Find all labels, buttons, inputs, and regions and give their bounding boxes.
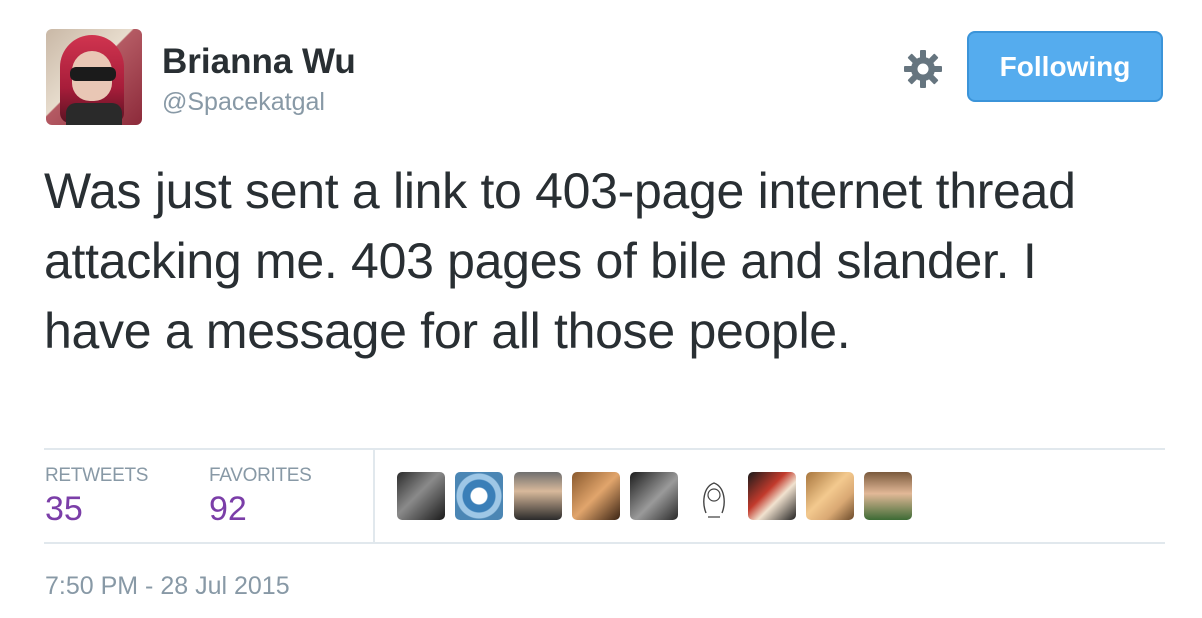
- favoriter-avatar[interactable]: [748, 472, 796, 520]
- favorites-count[interactable]: 92: [209, 490, 247, 529]
- avatar-sunglasses: [70, 67, 116, 81]
- stats-divider-top: [44, 448, 1165, 450]
- avatar-shirt: [66, 103, 122, 125]
- retweets-label[interactable]: RETWEETS: [45, 465, 148, 487]
- favoriter-avatar[interactable]: [514, 472, 562, 520]
- favoriter-avatar[interactable]: [864, 472, 912, 520]
- stats-divider-bottom: [44, 542, 1165, 544]
- tweet-text: Was just sent a link to 403-page interne…: [44, 163, 1076, 359]
- following-button[interactable]: Following: [967, 31, 1163, 102]
- retweets-count[interactable]: 35: [45, 490, 83, 529]
- favorites-label[interactable]: FAVORITES: [209, 465, 312, 487]
- user-avatar[interactable]: [46, 29, 142, 125]
- favoriter-avatar[interactable]: [630, 472, 678, 520]
- user-handle[interactable]: @Spacekatgal: [162, 88, 325, 117]
- favoriter-avatar[interactable]: [689, 472, 739, 522]
- favoriter-avatar[interactable]: [572, 472, 620, 520]
- user-display-name[interactable]: Brianna Wu: [162, 42, 356, 82]
- tweet-timestamp[interactable]: 7:50 PM - 28 Jul 2015: [45, 572, 290, 601]
- stats-separator: [373, 450, 375, 542]
- favoriter-avatar[interactable]: [455, 472, 503, 520]
- favoriter-avatar[interactable]: [397, 472, 445, 520]
- gear-icon[interactable]: [902, 48, 944, 90]
- favoriter-avatar[interactable]: [806, 472, 854, 520]
